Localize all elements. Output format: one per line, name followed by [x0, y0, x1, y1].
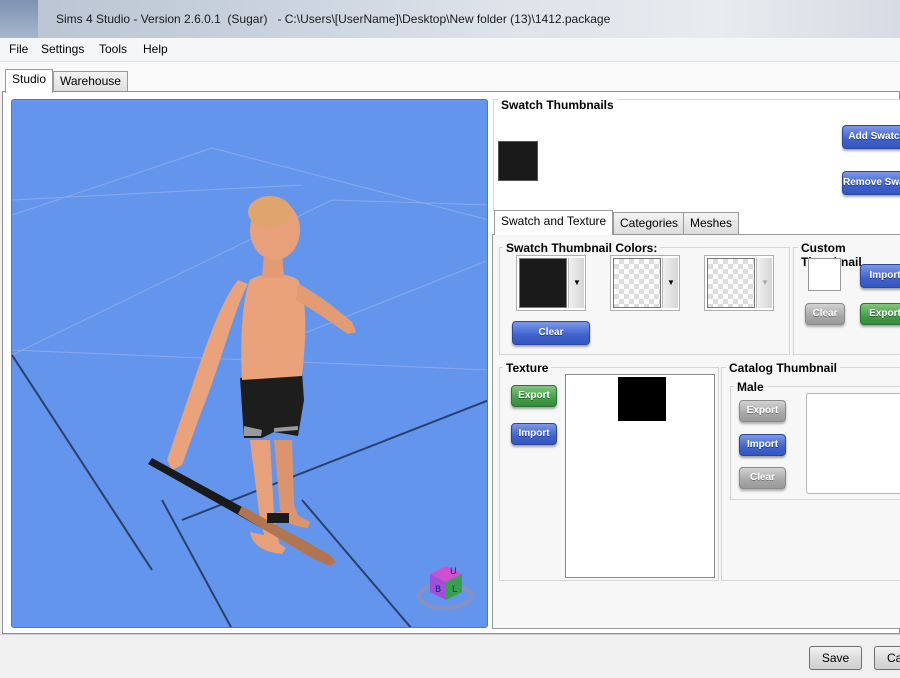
swatch-thumbnail-preview[interactable] — [498, 141, 538, 181]
gizmo-b: B — [435, 585, 441, 595]
window-title: Sims 4 Studio - Version 2.6.0.1 (Sugar) … — [56, 12, 611, 26]
color-swatch-1 — [519, 258, 567, 308]
thumbnail-colors-title: Swatch Thumbnail Colors: — [503, 241, 661, 255]
gizmo-u: U — [450, 567, 457, 577]
color-swatch-2 — [613, 258, 661, 308]
custom-thumbnail-preview[interactable] — [808, 258, 841, 291]
tab-studio[interactable]: Studio — [5, 69, 54, 93]
viewport-scene: U B L — [12, 147, 487, 627]
cancel-button[interactable]: Cancel — [874, 646, 900, 670]
catalog-clear-button: Clear — [739, 467, 786, 489]
texture-export-button[interactable]: Export — [511, 385, 557, 407]
catalog-thumbnail-preview — [806, 393, 900, 494]
custom-thumbnail-export-button[interactable]: Export — [860, 303, 900, 325]
color-dropdown-3: ▼ — [756, 258, 772, 308]
tab-categories[interactable]: Categories — [613, 212, 686, 234]
menu-file[interactable]: File — [9, 42, 28, 56]
window-titlebar: Sims 4 Studio - Version 2.6.0.1 (Sugar) … — [0, 0, 900, 38]
male-title: Male — [734, 380, 767, 394]
save-button[interactable]: Save — [809, 646, 862, 670]
color-well-2[interactable]: ▼ — [610, 255, 680, 311]
texture-import-button[interactable]: Import — [511, 423, 557, 445]
color-swatch-3 — [707, 258, 755, 308]
menu-settings[interactable]: Settings — [41, 42, 84, 56]
chevron-down-icon: ▼ — [667, 278, 675, 287]
menu-tools[interactable]: Tools — [99, 42, 127, 56]
tab-warehouse[interactable]: Warehouse — [53, 71, 128, 93]
swatch-thumbnails-title: Swatch Thumbnails — [498, 98, 617, 112]
remove-swatch-button[interactable]: Remove Swatch — [842, 171, 900, 195]
main-tabstrip: Studio Warehouse — [0, 62, 900, 93]
tab-meshes[interactable]: Meshes — [683, 212, 740, 234]
gizmo-l: L — [452, 585, 457, 595]
tab-swatch-and-texture[interactable]: Swatch and Texture — [494, 210, 614, 235]
orientation-cube-icon[interactable]: U B L — [417, 566, 473, 610]
app-icon — [0, 0, 38, 38]
catalog-thumbnail-title: Catalog Thumbnail — [726, 361, 840, 375]
custom-thumbnail-clear-button: Clear — [805, 303, 845, 325]
color-well-3: ▼ — [704, 255, 774, 311]
bottom-bar — [0, 634, 900, 678]
3d-viewport[interactable]: U B L — [11, 99, 488, 628]
add-swatch-button[interactable]: Add Swatch — [842, 125, 900, 149]
menu-bar: File Settings Tools Help — [0, 38, 900, 62]
chevron-down-icon: ▼ — [573, 278, 581, 287]
chevron-down-icon: ▼ — [761, 278, 769, 287]
sim-character — [148, 196, 356, 566]
clear-colors-button[interactable]: Clear — [512, 321, 590, 345]
texture-title: Texture — [503, 361, 552, 375]
color-well-1[interactable]: ▼ — [516, 255, 586, 311]
texture-image — [618, 377, 666, 421]
custom-thumbnail-import-button[interactable]: Import — [860, 264, 900, 288]
catalog-export-button: Export — [739, 400, 786, 422]
color-dropdown-2[interactable]: ▼ — [662, 258, 678, 308]
swatch-thumbnails-group — [493, 99, 900, 211]
texture-preview — [565, 374, 715, 578]
catalog-import-button[interactable]: Import — [739, 434, 786, 456]
color-dropdown-1[interactable]: ▼ — [568, 258, 584, 308]
menu-help[interactable]: Help — [143, 42, 168, 56]
